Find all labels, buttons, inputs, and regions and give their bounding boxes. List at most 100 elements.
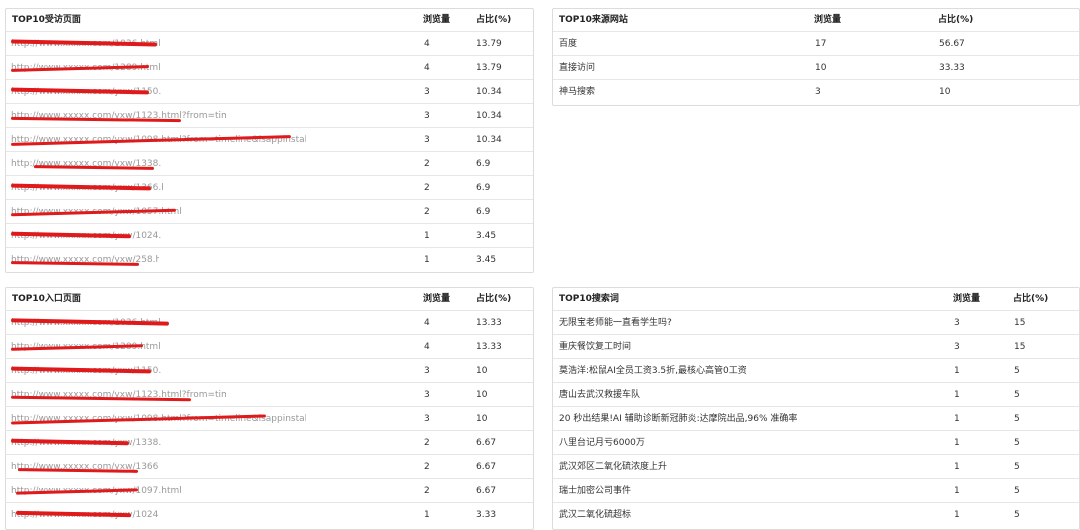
ratio-value: 3.45 [476,231,497,241]
ratio-value: 5 [1014,438,1020,448]
ratio-value: 5 [1014,366,1020,376]
source-sites-panel: TOP10来源网站 浏览量 占比(%) 百度 17 56.67 直接访问 10 … [552,8,1080,106]
ratio-value: 6.9 [476,183,491,193]
page-link[interactable]: http://www.xxxxx.com/yxw/1150.html [11,359,161,383]
source-site-name[interactable]: 直接访问 [559,56,595,80]
ratio-value: 3.45 [476,255,497,265]
page-link[interactable]: http://www.xxxxx.com/yxw/1338.html [11,431,161,455]
page-link[interactable]: http://www.xxxxx.com/yxw/1097.html [11,479,183,503]
views-value: 1 [424,255,430,265]
page-link[interactable]: http://www.xxxxx.com/yxw/1123.html?from=… [11,383,226,407]
table-row: http://www.xxxxx.com/1036.html 4 13.33 [6,311,533,335]
table-row: http://www.xxxxx.com/1289.html 4 13.79 [6,56,533,80]
page-link[interactable]: http://www.xxxxx.com/yxw/1150.html [11,80,161,104]
ratio-value: 15 [1014,342,1026,352]
ratio-value: 13.33 [476,318,502,328]
ratio-value: 6.9 [476,159,491,169]
ratio-value: 10 [476,414,488,424]
views-value: 3 [424,390,430,400]
table-row: http://www.xxxxx.com/yxw/1366.html 2 6.6… [6,455,533,479]
ratio-value: 13.79 [476,63,502,73]
entry-pages-header: TOP10入口页面 浏览量 占比(%) [6,288,533,311]
table-row: 百度 17 56.67 [553,32,1079,56]
views-value: 3 [424,414,430,424]
search-term[interactable]: 莫浩洋:松鼠AI全员工资3.5折,最核心高管0工资 [559,359,747,383]
ratio-value: 10 [939,87,951,97]
views-value: 1 [954,366,960,376]
page-link[interactable]: http://www.xxxxx.com/yxw/1024.html [11,224,161,248]
table-row: 武汉郊区二氧化硫浓度上升 1 5 [553,455,1079,479]
views-value: 1 [954,390,960,400]
search-term[interactable]: 武汉郊区二氧化硫浓度上升 [559,455,667,479]
views-value: 2 [424,159,430,169]
search-term[interactable]: 20 秒出结果!AI 辅助诊断新冠肺炎:达摩院出品,96% 准确率 [559,407,797,431]
search-term[interactable]: 重庆餐饮复工时间 [559,335,631,359]
table-row: 神马搜索 3 10 [553,80,1079,104]
page-link[interactable]: http://www.xxxxx.com/yxw/1024.html [11,503,159,527]
table-row: 莫浩洋:松鼠AI全员工资3.5折,最核心高管0工资 1 5 [553,359,1079,383]
panel-title: TOP10搜索词 [559,294,619,304]
ratio-value: 6.67 [476,462,497,472]
table-row: http://www.xxxxx.com/yxw/258.html 1 3.45 [6,248,533,272]
page-link[interactable]: http://www.xxxxx.com/1289.html [11,56,161,80]
page-link[interactable]: http://www.xxxxx.com/1036.html [11,311,176,335]
search-term[interactable]: 唐山去武汉救援车队 [559,383,640,407]
search-term[interactable]: 无限宝老师能一直看学生吗? [559,311,672,335]
source-site-name[interactable]: 神马搜索 [559,80,595,104]
page-link[interactable]: http://www.xxxxx.com/yxw/1366.html [11,176,163,200]
search-terms-header: TOP10搜索词 浏览量 占比(%) [553,288,1079,311]
page-link[interactable]: http://www.xxxxx.com/yxw/1057.html [11,200,186,224]
visited-pages-panel: TOP10受访页面 浏览量 占比(%) http://www.xxxxx.com… [5,8,534,273]
views-value: 3 [424,135,430,145]
views-value: 4 [424,342,430,352]
source-sites-list: 百度 17 56.67 直接访问 10 33.33 神马搜索 3 10 [553,32,1079,104]
ratio-value: 10.34 [476,87,502,97]
table-row: http://www.xxxxx.com/yxw/1150.html 3 10 [6,359,533,383]
visited-pages-list: http://www.xxxxx.com/1036.html 4 13.79 h… [6,32,533,272]
page-link[interactable]: http://www.xxxxx.com/yxw/1098.html?from=… [11,407,306,431]
views-value: 1 [954,510,960,520]
column-header-ratio: 占比(%) [476,294,512,304]
table-row: http://www.xxxxx.com/1036.html 4 13.79 [6,32,533,56]
column-header-ratio: 占比(%) [1013,294,1049,304]
table-row: http://www.xxxxx.com/yxw/1098.html?from=… [6,128,533,152]
ratio-value: 6.9 [476,207,491,217]
entry-pages-list: http://www.xxxxx.com/1036.html 4 13.33 h… [6,311,533,527]
views-value: 2 [424,462,430,472]
table-row: 唐山去武汉救援车队 1 5 [553,383,1079,407]
views-value: 2 [424,486,430,496]
table-row: http://www.xxxxx.com/yxw/1098.html?from=… [6,407,533,431]
panel-title: TOP10受访页面 [12,15,81,25]
ratio-value: 5 [1014,462,1020,472]
ratio-value: 13.33 [476,342,502,352]
views-value: 3 [424,366,430,376]
table-row: 20 秒出结果!AI 辅助诊断新冠肺炎:达摩院出品,96% 准确率 1 5 [553,407,1079,431]
views-value: 3 [954,342,960,352]
page-link[interactable]: http://www.xxxxx.com/1289.html [11,335,161,359]
column-header-views: 浏览量 [423,15,451,25]
views-value: 4 [424,63,430,73]
source-site-name[interactable]: 百度 [559,32,577,56]
table-row: http://www.xxxxx.com/yxw/1338.html 2 6.6… [6,431,533,455]
ratio-value: 56.67 [939,39,965,49]
visited-pages-header: TOP10受访页面 浏览量 占比(%) [6,9,533,32]
column-header-views: 浏览量 [423,294,451,304]
search-term[interactable]: 瑞士加密公司事件 [559,479,631,503]
column-header-ratio: 占比(%) [938,15,974,25]
page-link[interactable]: http://www.xxxxx.com/1036.html [11,32,211,56]
search-term[interactable]: 八里台记月亏6000万 [559,431,645,455]
search-terms-list: 无限宝老师能一直看学生吗? 3 15 重庆餐饮复工时间 3 15 莫浩洋:松鼠A… [553,311,1079,527]
views-value: 1 [954,486,960,496]
views-value: 1 [424,231,430,241]
views-value: 1 [954,414,960,424]
search-terms-panel: TOP10搜索词 浏览量 占比(%) 无限宝老师能一直看学生吗? 3 15 重庆… [552,287,1080,530]
table-row: http://www.xxxxx.com/1289.html 4 13.33 [6,335,533,359]
page-link[interactable]: http://www.xxxxx.com/yxw/1338.html [11,152,161,176]
page-link[interactable]: http://www.xxxxx.com/yxw/1098.html?from=… [11,128,306,152]
ratio-value: 5 [1014,510,1020,520]
search-term[interactable]: 武汉二氧化硫超标 [559,503,631,527]
page-link[interactable]: http://www.xxxxx.com/yxw/1366.html [11,455,159,479]
page-link[interactable]: http://www.xxxxx.com/yxw/1123.html?from=… [11,104,226,128]
page-link[interactable]: http://www.xxxxx.com/yxw/258.html [11,248,159,272]
ratio-value: 10 [476,366,488,376]
